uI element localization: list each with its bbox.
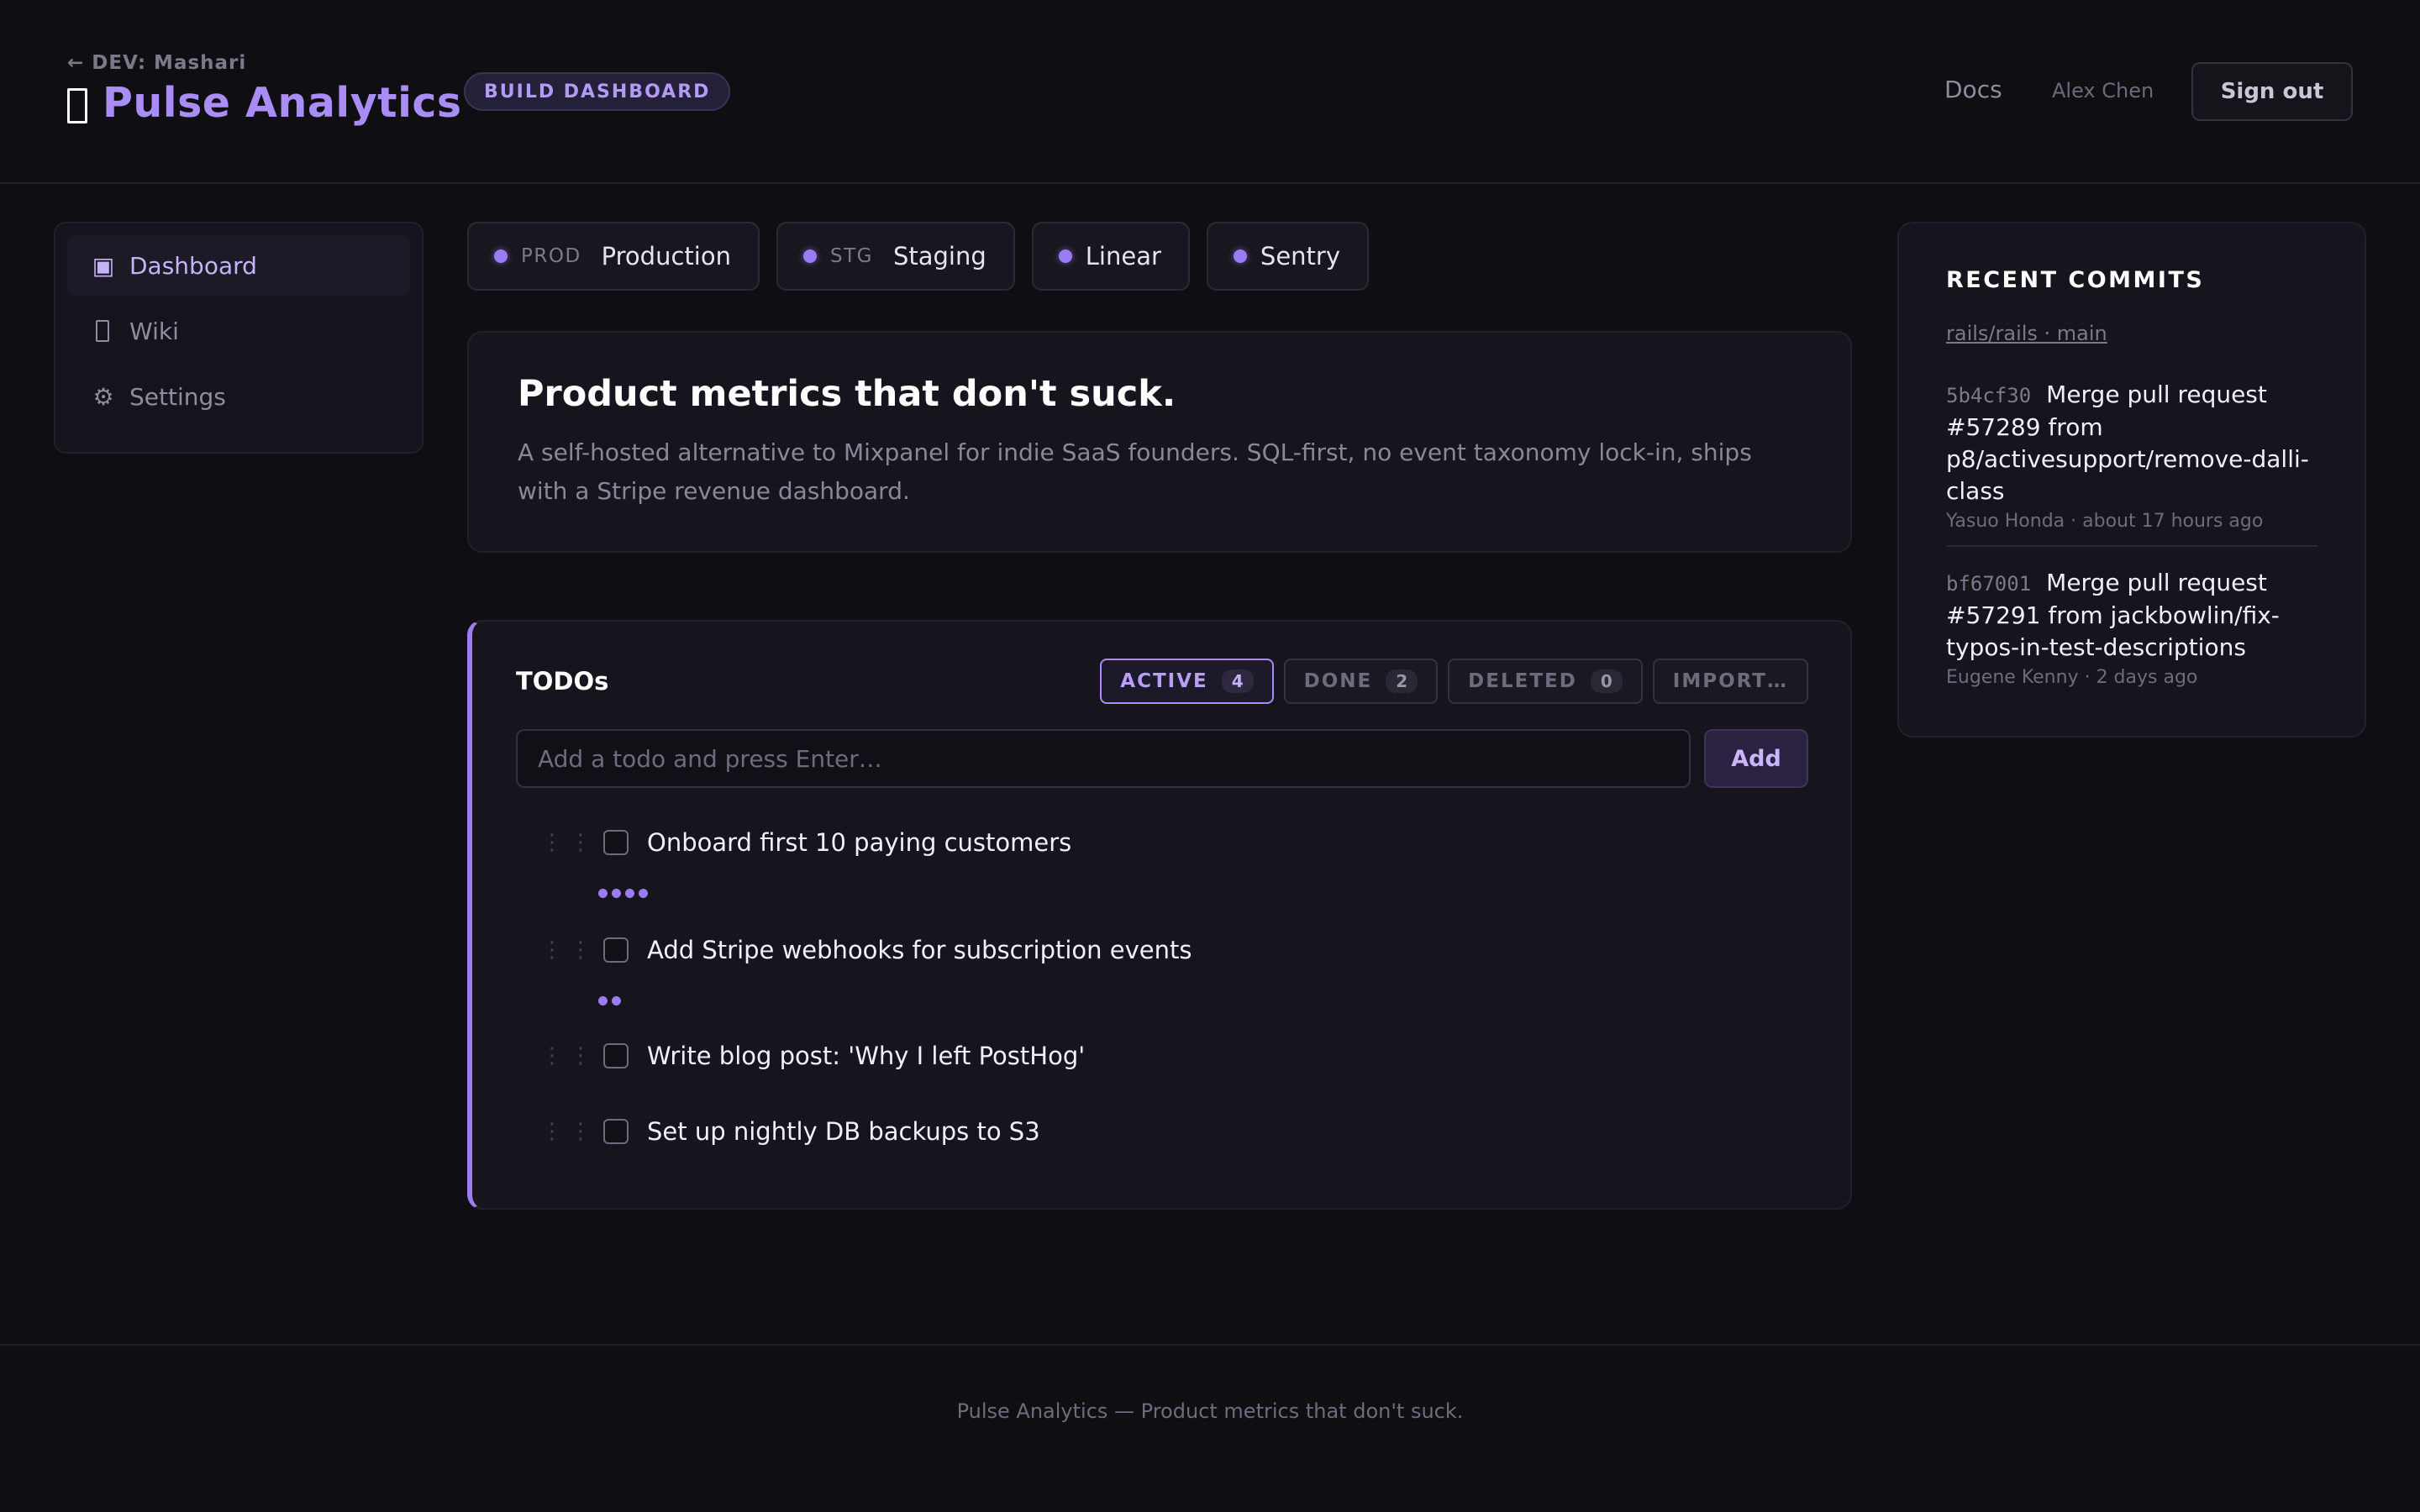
repo-link[interactable]: rails/rails · main — [1946, 322, 2317, 345]
todos-title: TODOs — [516, 667, 609, 696]
env-pill-sentry[interactable]: Sentry — [1206, 222, 1369, 291]
todo-text: Onboard first 10 paying customers — [647, 828, 1072, 857]
todo-checkbox[interactable] — [603, 1043, 629, 1068]
tab-label: DONE — [1303, 670, 1373, 692]
priority-dot-icon — [612, 889, 621, 898]
env-tag: PROD — [521, 245, 581, 267]
env-label: Staging — [892, 242, 986, 270]
priority-dot-icon — [639, 889, 648, 898]
hero-description: A self-hosted alternative to Mixpanel fo… — [518, 438, 1752, 505]
drag-handle-icon[interactable]: ⋮⋮ — [541, 937, 603, 963]
dashboard-icon: ▣ — [92, 251, 115, 280]
env-label: Linear — [1085, 242, 1161, 270]
todo-checkbox[interactable] — [603, 830, 629, 855]
commit-message-line: 5b4cf30 Merge pull request #57289 from p8… — [1946, 379, 2317, 507]
commits-title: RECENT COMMITS — [1946, 267, 2205, 293]
tab-count: 0 — [1590, 669, 1623, 693]
user-name: Alex Chen — [2052, 79, 2154, 102]
todo-item: ⋮⋮ Set up nightly DB backups to S3 — [541, 1117, 1040, 1146]
priority-dot-icon — [612, 996, 621, 1005]
build-badge: BUILD DASHBOARD — [464, 72, 731, 111]
sidebar-item-label: Wiki — [129, 317, 179, 345]
tab-count: 2 — [1386, 669, 1418, 693]
tab-label: IMPORT… — [1672, 670, 1788, 692]
hero-title: Product metrics that don't suck. — [518, 373, 1176, 415]
hero-card: Product metrics that don't suck. A self-… — [467, 331, 1852, 553]
tab-active[interactable]: ACTIVE 4 — [1100, 659, 1274, 704]
env-pill-production[interactable]: PROD Production — [467, 222, 760, 291]
signout-button[interactable]: Sign out — [2191, 62, 2353, 121]
sidebar: ▣ Dashboard Wiki ⚙ Settings — [54, 222, 424, 454]
priority-dots — [598, 996, 625, 1005]
todo-tabs: ACTIVE 4 DONE 2 DELETED 0 IMPORT… — [1090, 659, 1808, 704]
status-dot-icon — [1233, 249, 1247, 263]
back-link[interactable]: ← DEV: Mashari — [67, 52, 246, 74]
priority-dot-icon — [598, 889, 608, 898]
tab-label: ACTIVE — [1120, 670, 1208, 692]
commit-item[interactable]: bf67001 Merge pull request #57291 from ja… — [1946, 567, 2317, 701]
drag-handle-icon[interactable]: ⋮⋮ — [541, 830, 603, 855]
tab-deleted[interactable]: DELETED 0 — [1448, 659, 1643, 704]
todo-input[interactable] — [516, 729, 1691, 788]
commit-message-line: bf67001 Merge pull request #57291 from ja… — [1946, 567, 2317, 664]
env-pill-staging[interactable]: STG Staging — [776, 222, 1015, 291]
todo-text: Add Stripe webhooks for subscription eve… — [647, 936, 1192, 964]
env-pill-linear[interactable]: Linear — [1031, 222, 1190, 291]
env-label: Sentry — [1260, 242, 1340, 270]
footer: Pulse Analytics — Product metrics that d… — [0, 1344, 2420, 1512]
logo-icon — [67, 87, 87, 123]
drag-handle-icon[interactable]: ⋮⋮ — [541, 1043, 603, 1068]
brand[interactable]: Pulse Analytics — [67, 79, 462, 127]
top-header: ← DEV: Mashari Pulse Analytics BUILD DAS… — [0, 0, 2420, 184]
sidebar-item-dashboard[interactable]: ▣ Dashboard — [67, 235, 410, 296]
todo-item: ⋮⋮ Write blog post: 'Why I left PostHog' — [541, 1042, 1085, 1070]
tab-count: 4 — [1221, 669, 1254, 693]
priority-dot-icon — [598, 996, 608, 1005]
sidebar-item-settings[interactable]: ⚙ Settings — [67, 366, 410, 427]
footer-text: Pulse Analytics — Product metrics that d… — [956, 1399, 1464, 1423]
todo-text: Write blog post: 'Why I left PostHog' — [647, 1042, 1086, 1070]
tab-import[interactable]: IMPORT… — [1652, 659, 1808, 704]
env-label: Production — [601, 242, 731, 270]
commit-meta: Eugene Kenny · 2 days ago — [1946, 667, 2198, 688]
docs-link[interactable]: Docs — [1944, 76, 2002, 103]
environment-links: PROD Production STG Staging Linear Sentr… — [467, 222, 1386, 291]
priority-dots — [598, 889, 652, 898]
commit-item[interactable]: 5b4cf30 Merge pull request #57289 from p8… — [1946, 379, 2317, 547]
sidebar-item-label: Settings — [129, 382, 226, 411]
drag-handle-icon[interactable]: ⋮⋮ — [541, 1119, 603, 1144]
todo-item: ⋮⋮ Onboard first 10 paying customers — [541, 828, 1071, 857]
commit-sha: 5b4cf30 — [1946, 384, 2032, 407]
sidebar-item-wiki[interactable]: Wiki — [67, 301, 410, 361]
env-tag: STG — [829, 245, 873, 267]
status-dot-icon — [802, 249, 817, 263]
todos-panel: TODOs ACTIVE 4 DONE 2 DELETED 0 IMPORT… … — [467, 620, 1852, 1210]
tab-done[interactable]: DONE 2 — [1283, 659, 1439, 704]
recent-commits-panel: RECENT COMMITS rails/rails · main 5b4cf3… — [1897, 222, 2366, 738]
todo-text: Set up nightly DB backups to S3 — [647, 1117, 1040, 1146]
status-dot-icon — [1058, 249, 1072, 263]
wiki-icon — [96, 320, 109, 342]
todo-checkbox[interactable] — [603, 1119, 629, 1144]
sidebar-item-label: Dashboard — [129, 251, 257, 280]
tab-label: DELETED — [1468, 670, 1577, 692]
add-todo-button[interactable]: Add — [1704, 729, 1808, 788]
gear-icon: ⚙ — [92, 382, 114, 411]
status-dot-icon — [494, 249, 508, 263]
app-title: Pulse Analytics — [103, 79, 462, 127]
commit-meta: Yasuo Honda · about 17 hours ago — [1946, 511, 2264, 532]
commit-sha: bf67001 — [1946, 572, 2032, 596]
todo-item: ⋮⋮ Add Stripe webhooks for subscription … — [541, 936, 1192, 964]
priority-dot-icon — [625, 889, 634, 898]
todo-checkbox[interactable] — [603, 937, 629, 963]
